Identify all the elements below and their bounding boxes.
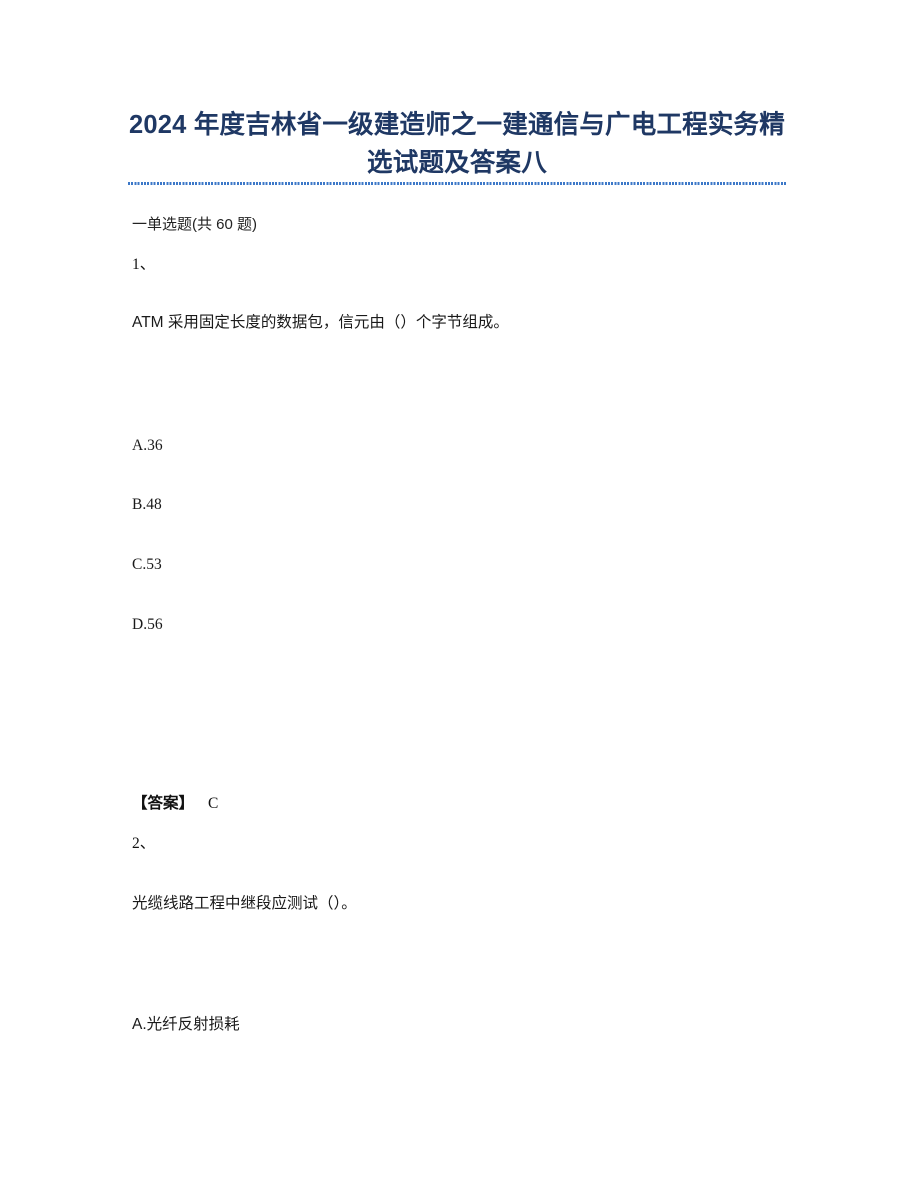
answer-label: 【答案】 [132, 795, 195, 812]
section-heading-single-choice: 一单选题(共 60 题) [132, 216, 258, 233]
page-title: 2024 年度吉林省一级建造师之一建通信与广电工程实务精选试题及答案八 [129, 111, 785, 177]
question-stem-1: ATM 采用固定长度的数据包，信元由（）个字节组成。 [132, 314, 509, 331]
question-number-1: 1、 [132, 256, 156, 273]
answer-value-1: C [208, 795, 219, 812]
question-2-option-a[interactable]: A.光纤反射损耗 [132, 1014, 240, 1036]
question-1-option-b[interactable]: B.48 [132, 494, 162, 516]
question-1-option-a[interactable]: A.36 [132, 435, 163, 457]
question-1-answer: 【答案】 C [132, 793, 218, 815]
question-1-option-c[interactable]: C.53 [132, 554, 162, 576]
document-page: 2024 年度吉林省一级建造师之一建通信与广电工程实务精选试题及答案八 一单选题… [0, 0, 920, 1191]
question-number-2: 2、 [132, 835, 156, 852]
title-divider [128, 182, 786, 185]
question-1-option-d[interactable]: D.56 [132, 614, 163, 636]
question-stem-2: 光缆线路工程中继段应测试（）。 [132, 895, 357, 912]
